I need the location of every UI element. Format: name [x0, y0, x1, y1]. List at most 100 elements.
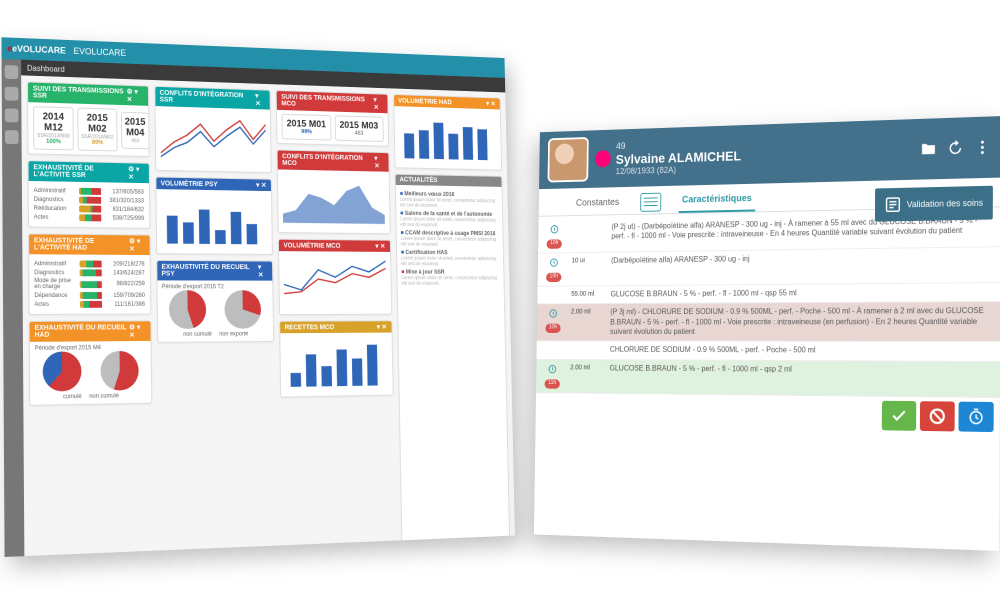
widget-title: SUIVI DES TRANSMISSIONS MCO	[281, 94, 374, 110]
widget-title: EXHAUSTIVITÉ DE L'ACTIVITÉ SSR	[33, 164, 128, 180]
widget-title: ACTUALITÉS	[400, 177, 438, 184]
widget-menu-icon[interactable]: ▾ ✕	[256, 181, 266, 189]
widget-menu-icon[interactable]: ▾ ✕	[374, 155, 384, 170]
medication-row[interactable]: 10h10 uI(Darbépoïétine alfa) ARANESP - 3…	[538, 247, 1000, 286]
validate-care-button[interactable]: Validation des soins	[875, 186, 993, 222]
widget-title: EXHAUSTIVITÉ DE L'ACTIVITÉ HAD	[34, 237, 129, 252]
widget-rec-psy: EXHAUSTIVITÉ DU RECUEIL PSY▾ ✕ Période d…	[156, 260, 274, 343]
gender-icon	[595, 150, 611, 167]
widget-vol-psy: VOLUMÉTRIE PSY▾ ✕	[155, 177, 273, 255]
metric-row: Dépendance159/709/260	[34, 292, 145, 299]
widget-conf-mco: CONFLITS D'INTÉGRATION MCO▾ ✕	[277, 150, 391, 235]
widget-menu-icon[interactable]: ▾ ✕	[258, 263, 268, 278]
widget-menu-icon[interactable]: ▾ ✕	[255, 92, 265, 107]
widget-menu-icon[interactable]: ▾ ✕	[373, 96, 382, 111]
news-item[interactable]: CCAM descriptive à usage PMSI 2016Lorem …	[401, 231, 499, 249]
tab-dashboard[interactable]: Dashboard	[27, 63, 65, 73]
widget-exh-had: EXHAUSTIVITÉ DE L'ACTIVITÉ HAD⚙ ▾ ✕ Admi…	[28, 233, 151, 315]
filter-icon[interactable]	[640, 192, 661, 211]
news-item[interactable]: Certification HASLorem ipsum dolor sit a…	[401, 250, 499, 267]
chart-line	[160, 110, 266, 166]
widget-title: CONFLITS D'INTÉGRATION SSR	[160, 90, 256, 106]
chart-bar	[161, 193, 268, 248]
chart-pie	[42, 351, 81, 391]
widget-vol-mco: VOLUMÉTRIE MCO ▾ ✕	[278, 239, 392, 315]
avatar[interactable]	[548, 137, 589, 182]
widget-title: VOLUMÉTRIE HAD	[398, 97, 452, 105]
chart-pie	[169, 290, 207, 329]
metric-row: Actes111/161/386	[34, 301, 145, 308]
widget-title: RECETTES MCO	[285, 324, 335, 331]
widget-exh-ssr: EXHAUSTIVITÉ DE L'ACTIVITÉ SSR⚙ ▾ ✕ Admi…	[28, 160, 150, 229]
widget-menu-icon[interactable]: ▾ ✕	[486, 100, 496, 108]
widget-menu-icon[interactable]: ⚙ ▾ ✕	[128, 165, 143, 181]
medication-list: 10h(P 2j ut) - (Darbépoïétine alfa) ARAN…	[536, 207, 1000, 397]
widget-menu-icon[interactable]: ⚙ ▾ ✕	[129, 237, 144, 253]
metric-row: Administratif137/605/583	[34, 187, 144, 196]
postpone-button[interactable]	[958, 401, 993, 431]
kpi-card[interactable]: 2014 M12 SSR/2013/M08 100%	[33, 106, 74, 150]
widget-suivi-ssr: SUIVI DES TRANSMISSIONS SSR⚙ ▾ ✕ 2014 M1…	[27, 81, 149, 157]
sidebar-item-settings[interactable]	[5, 130, 19, 144]
medication-row[interactable]: 11h2.00 mlGLUCOSE B.BRAUN - 5 % - perf. …	[536, 360, 1000, 398]
kpi-card[interactable]: 2015 M04 463	[121, 112, 149, 150]
kpi-card[interactable]: 2015 M03463	[334, 115, 383, 142]
widget-title: EXHAUSTIVITÉ DU RECUEIL HAD	[35, 324, 130, 338]
widget-menu-icon[interactable]: ▾ ✕	[375, 242, 385, 250]
action-bar	[535, 393, 999, 436]
tab-caracteristiques[interactable]: Caractéristiques	[678, 188, 755, 213]
metric-row: Diagnostics143/624/287	[34, 269, 145, 276]
metric-row: Mode de prise en charge98/822/259	[34, 278, 145, 290]
widget-news: ACTUALITÉS Meilleurs vœux 2016Lorem ipsu…	[394, 174, 510, 546]
widget-vol-had: VOLUMÉTRIE HAD ▾ ✕	[393, 94, 502, 170]
widget-conflits-ssr: CONFLITS D'INTÉGRATION SSR▾ ✕	[154, 86, 272, 173]
brand-logo: eeVOLUCARE	[7, 43, 66, 55]
chart-bar	[398, 110, 497, 164]
legend-item: non cumulé	[183, 332, 212, 338]
widget-suivi-mco: SUIVI DES TRANSMISSIONS MCO▾ ✕ 2015 M019…	[276, 90, 389, 147]
chart-area	[282, 173, 385, 227]
legend-item: cumulé	[63, 394, 82, 400]
validate-care-label: Validation des soins	[907, 198, 983, 209]
widget-menu-icon[interactable]: ▾ ✕	[377, 323, 387, 331]
patient-header: 49 Sylvaine ALAMICHEL 12/08/1933 (82A)	[539, 116, 1000, 189]
care-mobile-panel: 49 Sylvaine ALAMICHEL 12/08/1933 (82A) C…	[534, 116, 1000, 551]
chart-line	[284, 255, 387, 308]
metric-row: Actes538/725/999	[34, 214, 144, 222]
refresh-icon[interactable]	[947, 139, 964, 157]
sidebar-item-stats[interactable]	[5, 87, 19, 101]
legend-item: non cumulé	[89, 393, 119, 399]
metric-row: Rééducation831/184/632	[34, 205, 144, 213]
news-item[interactable]: Salons de la santé et de l'autonomieLore…	[400, 211, 498, 229]
chart-bar	[285, 336, 388, 390]
metric-row: Diagnostics381/320/1333	[34, 196, 144, 205]
folder-icon[interactable]	[920, 140, 937, 158]
cancel-button[interactable]	[920, 401, 955, 431]
confirm-button[interactable]	[882, 400, 916, 430]
widget-menu-icon[interactable]: ⚙ ▾ ✕	[129, 323, 145, 339]
news-item[interactable]: Meilleurs vœux 2016Lorem ipsum dolor sit…	[400, 191, 498, 209]
legend-item: non exporté	[219, 332, 248, 338]
sidebar-item-home[interactable]	[5, 65, 19, 79]
breadcrumb: EVOLUCARE	[73, 46, 126, 58]
widget-title: EXHAUSTIVITÉ DU RECUEIL PSY	[161, 264, 258, 278]
medication-row[interactable]: CHLORURE DE SODIUM - 0.9 % 500ML - perf.…	[537, 342, 1000, 362]
widget-rec-mco: RECETTES MCO ▾ ✕	[279, 320, 393, 397]
more-icon[interactable]	[974, 138, 992, 156]
chart-pie	[224, 290, 261, 329]
widget-title: VOLUMÉTRIE MCO	[283, 242, 340, 249]
medication-row[interactable]: 55.00 mlGLUCOSE B.BRAUN - 5 % - perf. - …	[537, 283, 1000, 305]
widget-menu-icon[interactable]: ⚙ ▾ ✕	[127, 88, 143, 104]
kpi-card[interactable]: 2015 M02 SSR/2014/M02 99%	[77, 108, 117, 152]
widget-rec-had: EXHAUSTIVITÉ DU RECUEIL HAD⚙ ▾ ✕ Période…	[29, 320, 152, 405]
metric-row: Administratif209/218/276	[34, 260, 145, 267]
tab-constantes[interactable]: Constantes	[572, 192, 622, 214]
dashboard-window: eeVOLUCARE EVOLUCARE Dashboard SUIVI DES…	[1, 37, 515, 557]
kpi-card[interactable]: 2015 M0199%	[281, 114, 331, 141]
chart-pie	[100, 351, 138, 391]
sidebar-item-reports[interactable]	[5, 108, 19, 122]
brand-text: eVOLUCARE	[12, 44, 66, 56]
dashboard-body: Dashboard SUIVI DES TRANSMISSIONS SSR⚙ ▾…	[21, 60, 515, 557]
medication-row[interactable]: 10h2.00 ml(P 3j ml) - CHLORURE DE SODIUM…	[537, 302, 1000, 342]
news-item[interactable]: Mise à jour SSRLorem ipsum dolor sit ame…	[401, 270, 499, 287]
